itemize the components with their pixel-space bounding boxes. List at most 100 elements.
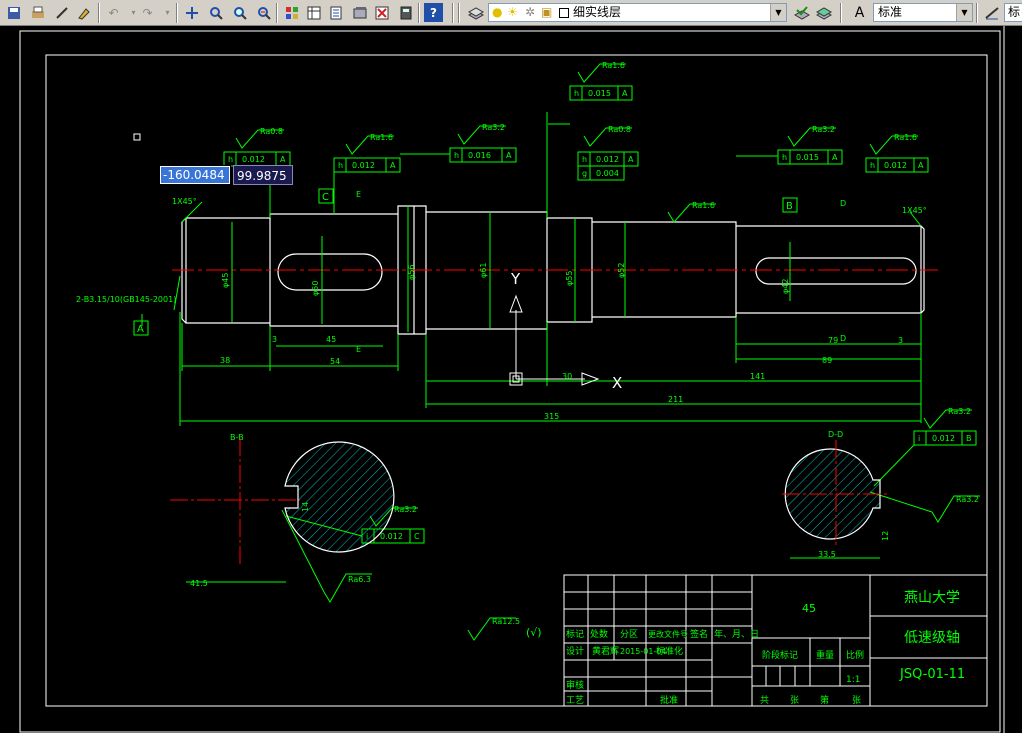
help-icon[interactable]: ? xyxy=(424,3,443,22)
label-e-bottom: E xyxy=(356,345,361,354)
svg-text:审核: 审核 xyxy=(566,679,584,691)
redo-dropdown-icon[interactable]: ▾ xyxy=(158,3,177,22)
dim-style-icon[interactable] xyxy=(982,3,1001,22)
text-style-value: 标准 xyxy=(878,5,903,19)
dia-50: φ50 xyxy=(311,281,320,296)
center-hole-note: 2-B3.15/10(GB145-2001) xyxy=(76,295,176,304)
drawing-svg: Y X 38 54 45 3 79 89 3 30 141 211 315 φ4… xyxy=(19,26,1005,733)
dyn-input-y-value: 99.9875 xyxy=(237,169,287,183)
sun-icon: ☀ xyxy=(507,5,518,19)
match-properties-icon[interactable] xyxy=(74,3,93,22)
svg-text:0.012: 0.012 xyxy=(596,155,619,164)
pencil-icon[interactable] xyxy=(52,3,71,22)
svg-text:张: 张 xyxy=(790,695,799,706)
zoom-previous-icon[interactable] xyxy=(254,3,273,22)
bulb-icon: ● xyxy=(492,5,503,19)
dim-89: 89 xyxy=(822,356,832,365)
drawing-canvas[interactable]: Y X 38 54 45 3 79 89 3 30 141 211 315 φ4… xyxy=(0,26,1022,733)
dim-3b: 3 xyxy=(898,336,903,345)
svg-text:Ra0.8: Ra0.8 xyxy=(260,127,283,136)
ucs-y-label: Y xyxy=(510,270,521,288)
dim-54: 54 xyxy=(330,357,340,366)
chevron-down-icon[interactable]: ▼ xyxy=(770,4,786,21)
svg-text:0.012: 0.012 xyxy=(884,161,907,170)
svg-text:黄君辉: 黄君辉 xyxy=(592,645,619,657)
dia-45: φ45 xyxy=(221,273,230,288)
svg-text:阶段标记: 阶段标记 xyxy=(762,649,798,661)
dia-56: φ56 xyxy=(407,265,416,280)
lock-icon: ▣ xyxy=(541,5,553,19)
svg-text:比例: 比例 xyxy=(846,649,864,661)
dia-61: φ61 xyxy=(479,263,488,278)
svg-text:Ra3.2: Ra3.2 xyxy=(482,123,505,132)
svg-text:处数: 处数 xyxy=(590,628,608,640)
zoom-realtime-icon[interactable] xyxy=(206,3,225,22)
design-center-icon[interactable] xyxy=(304,3,323,22)
tool-palettes-icon[interactable] xyxy=(326,3,345,22)
svg-text:燕山大学: 燕山大学 xyxy=(904,590,960,606)
dyn-input-x-box[interactable]: -160.0484 xyxy=(159,165,231,185)
layer-manager-icon[interactable] xyxy=(466,3,485,22)
chevron-down-icon[interactable]: ▼ xyxy=(956,4,972,21)
svg-text:h: h xyxy=(228,155,233,164)
svg-text:张: 张 xyxy=(852,695,861,706)
label-d-top: D xyxy=(840,199,846,208)
text-style-icon[interactable]: A xyxy=(850,3,869,22)
properties-icon[interactable] xyxy=(282,3,301,22)
svg-text:标准化: 标准化 xyxy=(656,645,683,657)
svg-text:B: B xyxy=(786,201,793,212)
svg-text:A: A xyxy=(280,155,286,164)
ucs-x-label: X xyxy=(612,374,622,392)
section-bb xyxy=(170,438,395,583)
svg-text:0.016: 0.016 xyxy=(468,151,491,160)
svg-text:Ra1.6: Ra1.6 xyxy=(370,133,393,142)
zoom-window-icon[interactable] xyxy=(230,3,249,22)
undo-icon[interactable]: ↶ xyxy=(104,3,123,22)
dia-52: φ52 xyxy=(617,263,626,278)
svg-text:第: 第 xyxy=(820,694,829,706)
redo-icon[interactable]: ↷ xyxy=(138,3,157,22)
svg-text:Ra3.2: Ra3.2 xyxy=(956,495,979,504)
label-d-bottom: D xyxy=(840,334,846,343)
svg-text:工艺: 工艺 xyxy=(566,695,584,706)
svg-text:0.015: 0.015 xyxy=(796,153,819,162)
text-style-dropdown[interactable]: 标准 ▼ xyxy=(873,3,973,22)
svg-text:A: A xyxy=(137,324,144,335)
svg-text:低速级轴: 低速级轴 xyxy=(904,630,960,646)
svg-text:0.012: 0.012 xyxy=(380,532,403,541)
calculator-icon[interactable] xyxy=(396,3,415,22)
datum-c: C xyxy=(318,188,334,204)
svg-text:h: h xyxy=(870,161,875,170)
dim-style-dropdown[interactable]: 标 xyxy=(1004,3,1022,22)
svg-text:分区: 分区 xyxy=(620,629,638,640)
dim-style-value: 标 xyxy=(1008,5,1021,19)
svg-text:A: A xyxy=(628,155,634,164)
svg-text:年、月、日: 年、月、日 xyxy=(714,628,759,640)
svg-text:0.012: 0.012 xyxy=(932,434,955,443)
svg-text:A: A xyxy=(918,161,924,170)
svg-text:g: g xyxy=(582,169,587,178)
make-current-icon[interactable] xyxy=(792,3,811,22)
svg-text:A: A xyxy=(506,151,512,160)
svg-text:h: h xyxy=(338,161,343,170)
svg-text:Ra0.8: Ra0.8 xyxy=(608,125,631,134)
dim-3a: 3 xyxy=(272,335,277,344)
svg-text:Ra3.2: Ra3.2 xyxy=(948,407,971,416)
dyn-input-y-box[interactable]: 99.9875 xyxy=(233,165,293,185)
save-icon[interactable] xyxy=(4,3,23,22)
layer-dropdown[interactable]: ● ☀ ✲ ▣ 细实线层 ▼ xyxy=(488,3,787,22)
datum-a: A xyxy=(133,320,149,336)
dyn-input-x-value: -160.0484 xyxy=(161,167,229,183)
svg-text:h: h xyxy=(454,151,459,160)
markup-icon[interactable] xyxy=(372,3,391,22)
chamfer-right: 1X45° xyxy=(902,206,927,215)
layer-previous-icon[interactable] xyxy=(814,3,833,22)
sec-bb-dim: 41.5 xyxy=(190,579,208,588)
dia-55: φ55 xyxy=(565,271,574,286)
svg-text:i: i xyxy=(918,434,920,443)
plot-icon[interactable] xyxy=(28,3,47,22)
sheet-set-icon[interactable] xyxy=(350,3,369,22)
svg-text:Ra1.6: Ra1.6 xyxy=(894,133,917,142)
svg-text:0.012: 0.012 xyxy=(242,155,265,164)
pan-icon[interactable] xyxy=(182,3,201,22)
